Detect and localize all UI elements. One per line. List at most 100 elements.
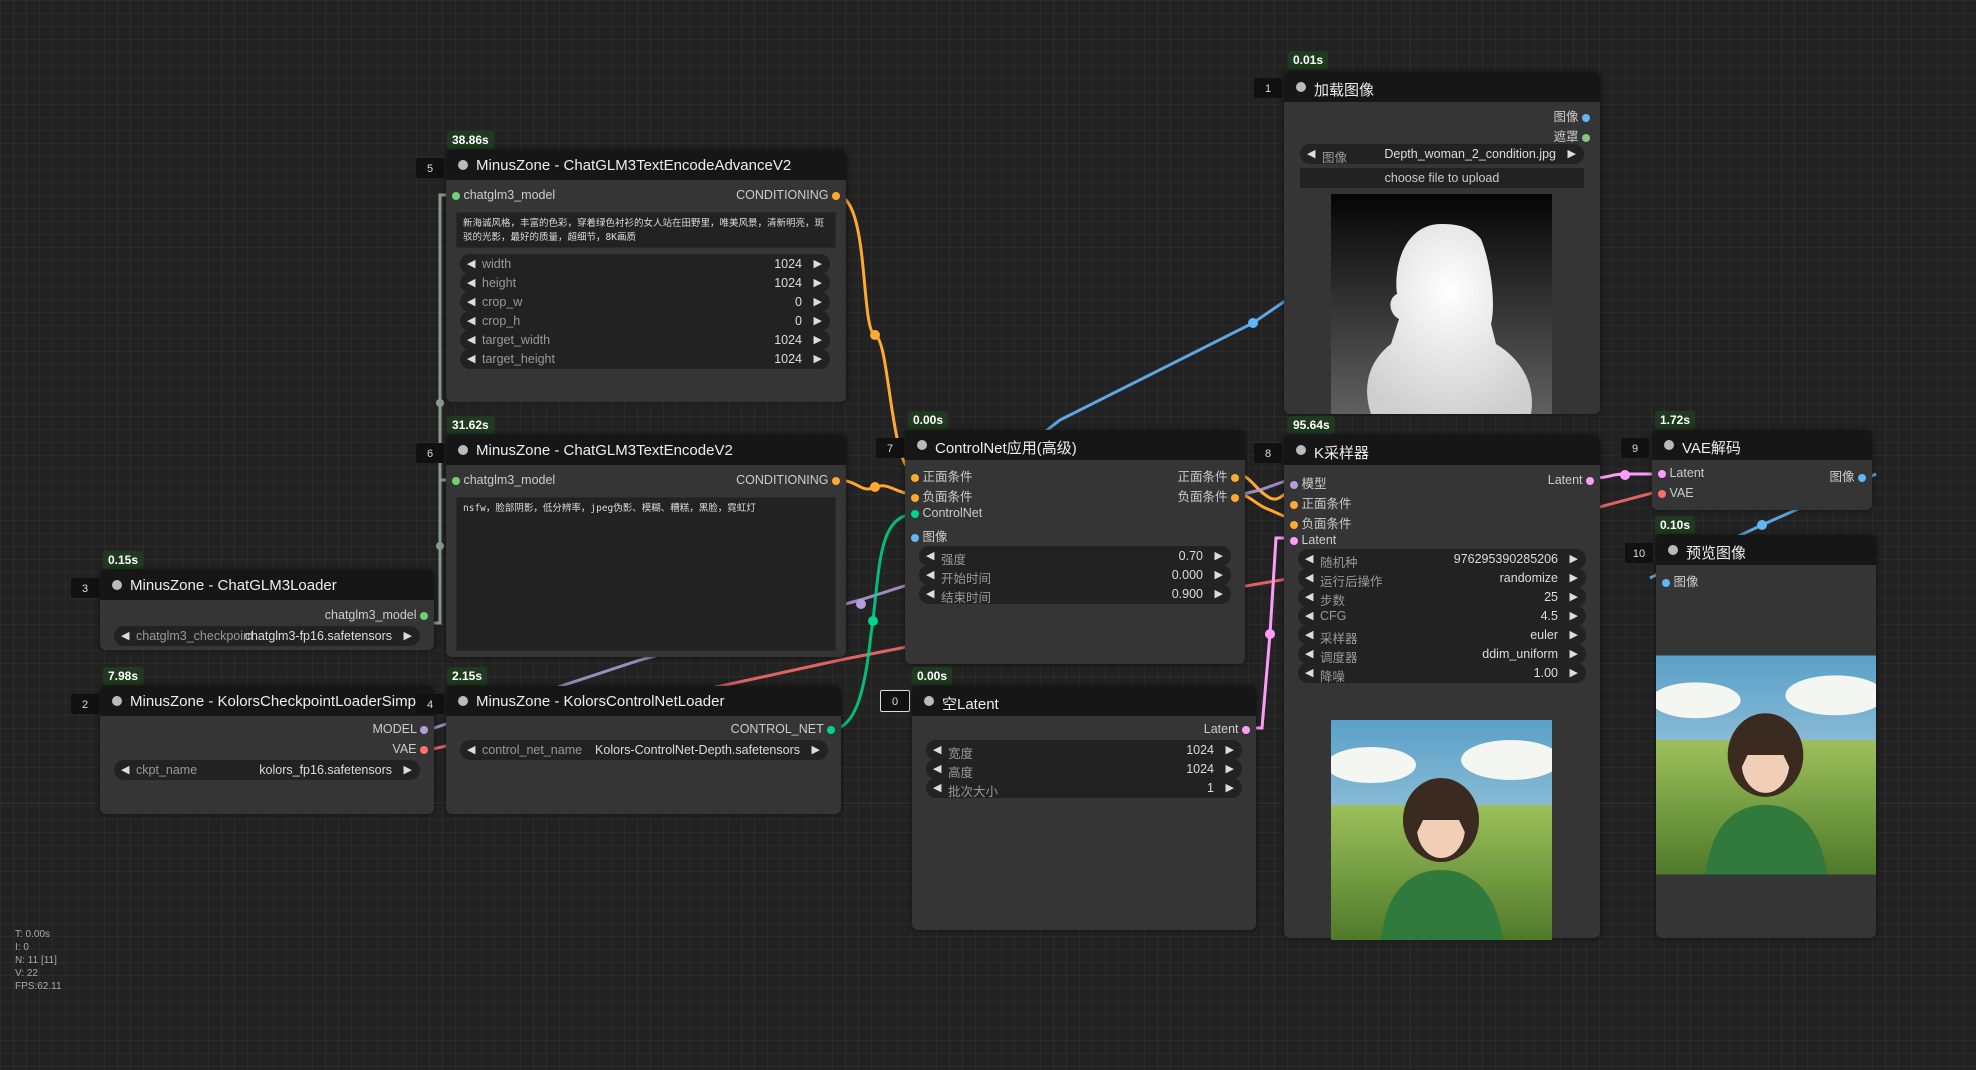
arrow-right-icon[interactable]: ▶: [404, 763, 412, 776]
arrow-left-icon[interactable]: ◀: [121, 763, 129, 776]
input-chatglm3-model[interactable]: chatglm3_model: [452, 188, 555, 202]
arrow-right-icon[interactable]: ▶: [1215, 568, 1223, 581]
output-image[interactable]: 图像: [1554, 106, 1590, 125]
arrow-right-icon[interactable]: ▶: [814, 295, 822, 308]
node-title-bar[interactable]: MinusZone - ChatGLM3TextEncodeV2: [446, 435, 846, 465]
arrow-left-icon[interactable]: ◀: [467, 352, 475, 365]
collapse-dot-icon[interactable]: [112, 580, 122, 590]
widget-row[interactable]: ◀ 批次大小 1 ▶: [926, 778, 1242, 799]
arrow-right-icon[interactable]: ▶: [1570, 609, 1578, 622]
arrow-right-icon[interactable]: ▶: [1570, 552, 1578, 565]
output-vae[interactable]: VAE: [392, 742, 428, 756]
input-positive[interactable]: 正面条件: [1290, 493, 1352, 512]
node-vae-decode[interactable]: VAE解码 Latent VAE 图像: [1652, 430, 1872, 510]
arrow-left-icon[interactable]: ◀: [467, 333, 475, 346]
arrow-left-icon[interactable]: ◀: [1305, 628, 1313, 641]
widget-control-net-name[interactable]: ◀ control_net_name Kolors-ControlNet-Dep…: [460, 740, 828, 760]
arrow-left-icon[interactable]: ◀: [926, 587, 934, 600]
output-negative[interactable]: 负面条件: [1178, 486, 1239, 505]
node-empty-latent[interactable]: 空Latent Latent ◀ 宽度 1024 ▶ ◀ 高度 1024 ▶ ◀ 批次大小 1 ▶: [912, 686, 1256, 930]
node-title-bar[interactable]: ControlNet应用(高级): [905, 430, 1245, 460]
arrow-right-icon[interactable]: ▶: [1226, 743, 1234, 756]
node-title-bar[interactable]: K采样器: [1284, 435, 1600, 465]
prompt-textarea[interactable]: 新海诚风格，丰富的色彩，穿着绿色衬衫的女人站在田野里，唯美风景，清新明亮，斑驳的…: [456, 212, 836, 248]
arrow-left-icon[interactable]: ◀: [926, 568, 934, 581]
node-title-bar[interactable]: MinusZone - KolorsControlNetLoader: [446, 686, 841, 716]
input-vae[interactable]: VAE: [1658, 486, 1694, 500]
input-controlnet[interactable]: ControlNet: [911, 506, 982, 520]
widget-row[interactable]: ◀ crop_h 0 ▶: [460, 311, 830, 331]
widget-image-select[interactable]: ◀ 图像 Depth_woman_2_condition.jpg ▶: [1300, 144, 1584, 165]
input-image[interactable]: 图像: [911, 526, 948, 545]
output-chatglm3-model[interactable]: chatglm3_model: [325, 608, 428, 622]
widget-row[interactable]: ◀ 宽度 1024 ▶: [926, 740, 1242, 761]
input-latent[interactable]: Latent: [1658, 466, 1704, 480]
widget-row[interactable]: ◀ crop_w 0 ▶: [460, 292, 830, 312]
arrow-right-icon[interactable]: ▶: [814, 257, 822, 270]
input-latent[interactable]: Latent: [1290, 533, 1336, 547]
collapse-dot-icon[interactable]: [458, 160, 468, 170]
collapse-dot-icon[interactable]: [1296, 445, 1306, 455]
arrow-left-icon[interactable]: ◀: [1305, 666, 1313, 679]
arrow-left-icon[interactable]: ◀: [933, 743, 941, 756]
arrow-left-icon[interactable]: ◀: [467, 257, 475, 270]
arrow-right-icon[interactable]: ▶: [814, 333, 822, 346]
arrow-left-icon[interactable]: ◀: [467, 743, 475, 756]
input-negative[interactable]: 负面条件: [911, 486, 973, 505]
node-controlnet-apply[interactable]: ControlNet应用(高级) 正面条件 负面条件 ControlNet 图像…: [905, 430, 1245, 664]
arrow-right-icon[interactable]: ▶: [814, 276, 822, 289]
arrow-left-icon[interactable]: ◀: [121, 629, 129, 642]
arrow-right-icon[interactable]: ▶: [814, 314, 822, 327]
output-latent[interactable]: Latent: [1548, 473, 1594, 487]
collapse-dot-icon[interactable]: [917, 440, 927, 450]
node-controlnet-loader[interactable]: MinusZone - KolorsControlNetLoader CONTR…: [446, 686, 841, 814]
arrow-right-icon[interactable]: ▶: [1215, 549, 1223, 562]
output-image[interactable]: 图像: [1830, 466, 1866, 485]
arrow-right-icon[interactable]: ▶: [404, 629, 412, 642]
arrow-left-icon[interactable]: ◀: [926, 549, 934, 562]
arrow-left-icon[interactable]: ◀: [467, 276, 475, 289]
arrow-left-icon[interactable]: ◀: [933, 781, 941, 794]
input-model[interactable]: 模型: [1290, 473, 1327, 492]
collapse-dot-icon[interactable]: [458, 696, 468, 706]
node-text-encode-advance[interactable]: MinusZone - ChatGLM3TextEncodeAdvanceV2 …: [446, 150, 846, 402]
arrow-right-icon[interactable]: ▶: [812, 743, 820, 756]
widget-row[interactable]: ◀ 步数 25 ▶: [1298, 587, 1586, 608]
arrow-right-icon[interactable]: ▶: [1226, 781, 1234, 794]
node-load-image[interactable]: 加载图像 图像 遮罩 ◀ 图像 Depth_woman_2_condition.…: [1284, 72, 1600, 414]
arrow-left-icon[interactable]: ◀: [467, 295, 475, 308]
arrow-right-icon[interactable]: ▶: [1570, 571, 1578, 584]
node-text-encode[interactable]: MinusZone - ChatGLM3TextEncodeV2 chatglm…: [446, 435, 846, 657]
widget-row[interactable]: ◀ 调度器 ddim_uniform ▶: [1298, 644, 1586, 665]
output-conditioning[interactable]: CONDITIONING: [736, 188, 840, 202]
node-title-bar[interactable]: MinusZone - ChatGLM3TextEncodeAdvanceV2: [446, 150, 846, 180]
output-positive[interactable]: 正面条件: [1178, 466, 1239, 485]
arrow-left-icon[interactable]: ◀: [1305, 647, 1313, 660]
arrow-left-icon[interactable]: ◀: [1305, 552, 1313, 565]
widget-ckpt-name[interactable]: ◀ ckpt_name kolors_fp16.safetensors ▶: [114, 760, 420, 780]
arrow-left-icon[interactable]: ◀: [1307, 147, 1315, 160]
arrow-right-icon[interactable]: ▶: [1215, 587, 1223, 600]
output-model[interactable]: MODEL: [373, 722, 428, 736]
collapse-dot-icon[interactable]: [1296, 82, 1306, 92]
output-mask[interactable]: 遮罩: [1554, 126, 1590, 145]
arrow-left-icon[interactable]: ◀: [933, 762, 941, 775]
node-chatglm3-loader[interactable]: MinusZone - ChatGLM3Loader chatglm3_mode…: [100, 570, 434, 650]
collapse-dot-icon[interactable]: [112, 696, 122, 706]
upload-button[interactable]: choose file to upload: [1300, 168, 1584, 188]
widget-row[interactable]: ◀ height 1024 ▶: [460, 273, 830, 293]
arrow-right-icon[interactable]: ▶: [1226, 762, 1234, 775]
arrow-left-icon[interactable]: ◀: [1305, 590, 1313, 603]
widget-row[interactable]: ◀ 开始时间 0.000 ▶: [919, 565, 1231, 586]
output-conditioning[interactable]: CONDITIONING: [736, 473, 840, 487]
output-latent[interactable]: Latent: [1204, 722, 1250, 736]
widget-row[interactable]: ◀ 结束时间 0.900 ▶: [919, 584, 1231, 605]
widget-row[interactable]: ◀ 降噪 1.00 ▶: [1298, 663, 1586, 684]
arrow-right-icon[interactable]: ▶: [1570, 590, 1578, 603]
widget-row[interactable]: ◀ 高度 1024 ▶: [926, 759, 1242, 780]
node-title-bar[interactable]: 加载图像: [1284, 72, 1600, 102]
node-title-bar[interactable]: MinusZone - ChatGLM3Loader: [100, 570, 434, 600]
collapse-dot-icon[interactable]: [458, 445, 468, 455]
input-chatglm3-model[interactable]: chatglm3_model: [452, 473, 555, 487]
widget-row[interactable]: ◀ width 1024 ▶: [460, 254, 830, 274]
